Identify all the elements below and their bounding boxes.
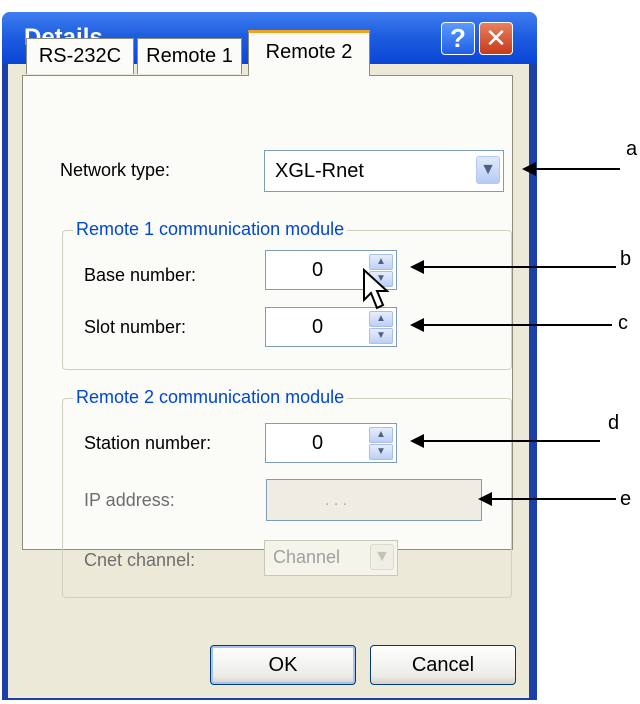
annotation-line [532,168,620,170]
remote2-group-title: Remote 2 communication module [73,387,348,408]
mouse-cursor-icon [363,268,390,310]
cnet-channel-value: Channel [273,547,341,567]
network-type-dropdown[interactable]: XGL-Rnet ▼ [264,150,504,192]
close-button[interactable]: ✕ [479,22,513,55]
annotation-b: b [620,248,632,270]
annotation-d: d [608,412,620,434]
station-number-value: 0 [312,432,324,454]
cnet-channel-dropdown[interactable]: Channel ▼ [264,540,398,576]
ok-button[interactable]: OK [210,645,356,685]
annotation-line [420,324,612,326]
chevron-down-icon[interactable]: ▼ [476,156,500,184]
station-number-label: Station number: [84,433,212,453]
ip-address-field[interactable]: . . . [266,479,482,521]
annotation-c: c [618,312,628,334]
help-button[interactable]: ? [441,22,475,55]
ip-address-dots: . . . [325,492,348,509]
base-number-value: 0 [312,259,324,281]
spin-up-icon[interactable]: ▲ [369,427,393,443]
annotation-line [420,266,616,268]
tab-remote-1[interactable]: Remote 1 [137,38,242,74]
tab-rs232c[interactable]: RS-232C [26,38,134,74]
cnet-channel-label: Cnet channel: [84,550,196,570]
remote1-group-title: Remote 1 communication module [73,219,348,240]
cancel-button[interactable]: Cancel [370,645,516,685]
annotation-line [420,440,600,442]
slot-number-value: 0 [312,316,324,338]
annotation-a: a [626,138,638,160]
annotation-line [488,498,616,500]
spin-down-icon[interactable]: ▼ [369,328,393,344]
chevron-down-icon[interactable]: ▼ [370,544,394,570]
tab-remote-2[interactable]: Remote 2 [248,30,370,76]
network-type-value: XGL-Rnet [275,160,364,182]
annotation-e: e [620,488,632,510]
ip-address-label: IP address: [84,490,175,510]
network-type-label: Network type: [60,160,171,180]
station-number-spinner[interactable]: 0 ▲ ▼ [265,423,397,463]
slot-number-label: Slot number: [84,317,187,337]
base-number-label: Base number: [84,265,197,285]
spin-down-icon[interactable]: ▼ [369,444,393,460]
